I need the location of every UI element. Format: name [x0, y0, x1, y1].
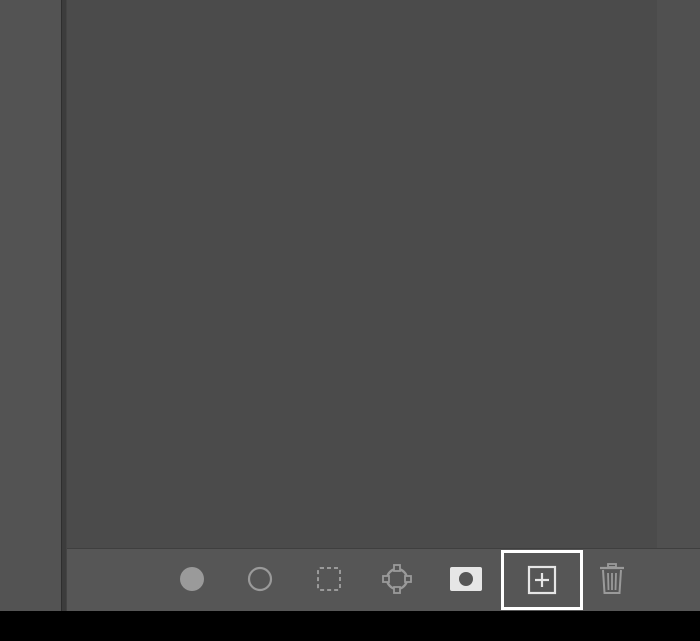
layer-mask-icon: [450, 567, 482, 591]
make-work-path-button[interactable]: [373, 549, 421, 609]
dashed-selection-icon: [317, 567, 341, 591]
panel-list-area: [67, 0, 657, 548]
panel-bottom-toolbar: [67, 548, 700, 611]
load-path-as-selection-button[interactable]: [305, 549, 353, 609]
fill-path-button[interactable]: [168, 549, 216, 609]
stroke-path-button[interactable]: [236, 549, 284, 609]
panel-scroll-strip: [657, 0, 700, 548]
delete-path-button[interactable]: [588, 549, 636, 609]
create-new-path-button[interactable]: [501, 550, 583, 610]
add-mask-button[interactable]: [442, 549, 490, 609]
hollow-circle-icon: [247, 566, 273, 592]
left-panel: [0, 0, 61, 611]
bottom-black-bar: [0, 611, 700, 641]
new-item-icon: [527, 565, 557, 595]
paths-panel: [67, 0, 700, 611]
filled-circle-icon: [180, 567, 204, 591]
trash-icon: [600, 563, 624, 594]
app-window: [0, 0, 700, 641]
path-anchor-icon: [382, 564, 412, 594]
